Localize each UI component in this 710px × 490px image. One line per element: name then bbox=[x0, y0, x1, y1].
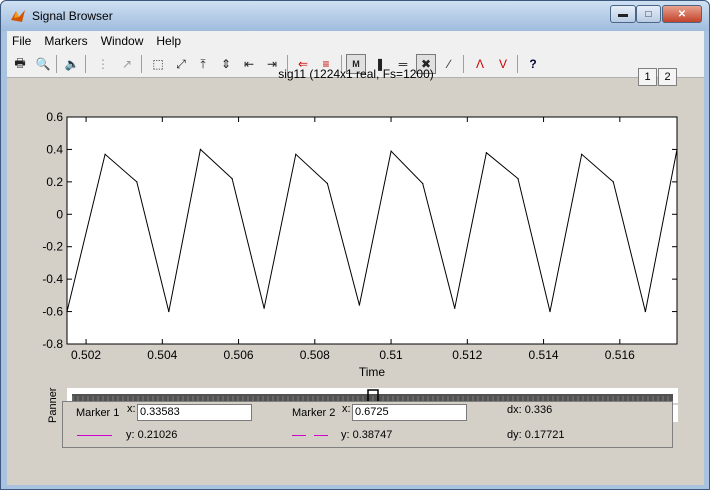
marker2-line-style-dash bbox=[292, 435, 306, 436]
print-preview-button[interactable]: 🔍 bbox=[33, 54, 53, 74]
zoom-full-icon: ⤢ bbox=[176, 56, 186, 71]
toolbar-separator bbox=[85, 55, 86, 73]
dy-readout: dy: 0.17721 bbox=[507, 429, 565, 441]
marker1-x-label: x: bbox=[127, 403, 136, 415]
play-sound-button[interactable]: 🔈 bbox=[62, 54, 82, 74]
toolbar-separator bbox=[56, 55, 57, 73]
help-icon: ? bbox=[529, 57, 537, 71]
print-icon: 🖶 bbox=[14, 55, 26, 70]
zoom-y-button[interactable]: ⤒ bbox=[193, 54, 213, 74]
zoom-in-y-icon: ⇕ bbox=[220, 57, 232, 71]
marker-panel: Marker 1 x: 0.33583 y: 0.21026 Marker 2 … bbox=[62, 401, 673, 448]
play-sound-icon: 🔈 bbox=[64, 57, 80, 71]
marker1-y-readout: y: 0.21026 bbox=[126, 429, 178, 441]
maximize-button[interactable]: □ bbox=[636, 5, 661, 23]
zoom-y-icon: ⤒ bbox=[200, 56, 206, 71]
minimize-button[interactable]: ▬ bbox=[610, 5, 636, 23]
maximize-icon: □ bbox=[645, 8, 652, 20]
toolbar-separator bbox=[141, 55, 142, 73]
menu-bar: File Markers Window Help bbox=[7, 31, 704, 51]
marker2-y-readout: y: 0.38747 bbox=[341, 429, 393, 441]
select-markers-icon: ↗ bbox=[121, 57, 133, 71]
marker1-label: Marker 1 bbox=[76, 407, 120, 419]
select-markers-button[interactable]: ↗ bbox=[117, 54, 137, 74]
print-button[interactable]: 🖶 bbox=[10, 54, 30, 74]
marker2-line-style-dash bbox=[314, 435, 328, 436]
marker1-x-input[interactable]: 0.33583 bbox=[137, 404, 252, 421]
plot-title: sig11 (1224x1 real, Fs=1200) bbox=[278, 67, 434, 81]
toolbar-separator bbox=[463, 55, 464, 73]
minimize-icon: ▬ bbox=[618, 8, 628, 20]
menu-help[interactable]: Help bbox=[156, 34, 181, 48]
menu-markers[interactable]: Markers bbox=[44, 34, 87, 48]
zoom-in-x-icon: ⇤ bbox=[243, 57, 255, 71]
toolbar-separator bbox=[517, 55, 518, 73]
valleys-button[interactable]: V bbox=[493, 54, 513, 74]
menu-file[interactable]: File bbox=[12, 34, 31, 48]
dx-readout: dx: 0.336 bbox=[507, 404, 553, 416]
menu-window[interactable]: Window bbox=[101, 34, 144, 48]
signal-browser-window: Signal Browser ▬ □ ✕ File Markers Window… bbox=[0, 0, 710, 490]
window-title: Signal Browser bbox=[32, 9, 113, 23]
peaks-icon: Λ bbox=[475, 57, 484, 71]
matlab-app-icon bbox=[11, 10, 25, 22]
print-preview-icon: 🔍 bbox=[35, 57, 51, 71]
panner-label: Panner bbox=[47, 387, 59, 423]
marker2-x-input[interactable]: 0.6725 bbox=[352, 404, 467, 421]
page-button-1[interactable]: 1 bbox=[638, 68, 657, 86]
select-signal-icon: ⋮ bbox=[97, 57, 109, 71]
marker2-x-label: x: bbox=[342, 403, 351, 415]
valleys-icon: V bbox=[498, 57, 507, 71]
select-signal-button[interactable]: ⋮ bbox=[93, 54, 113, 74]
close-icon: ✕ bbox=[677, 8, 687, 20]
peaks-button[interactable]: Λ bbox=[470, 54, 490, 74]
page-button-2[interactable]: 2 bbox=[658, 68, 677, 86]
zoom-full-button[interactable]: ⤢ bbox=[171, 54, 191, 74]
marker2-label: Marker 2 bbox=[292, 407, 336, 419]
marker1-line-style bbox=[77, 435, 112, 436]
close-button[interactable]: ✕ bbox=[662, 5, 702, 23]
title-bar[interactable]: Signal Browser ▬ □ ✕ bbox=[1, 1, 709, 31]
zoom-box-button[interactable]: ⬚ bbox=[148, 54, 168, 74]
help-button[interactable]: ? bbox=[523, 54, 543, 74]
zoom-box-icon: ⬚ bbox=[152, 57, 164, 71]
zoom-in-y-button[interactable]: ⇕ bbox=[216, 54, 236, 74]
